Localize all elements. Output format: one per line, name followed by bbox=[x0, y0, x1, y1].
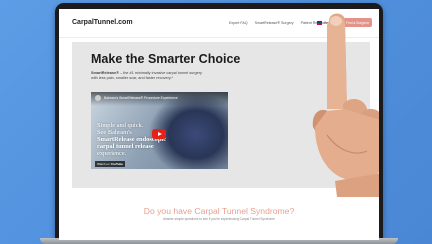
watch-on-youtube[interactable]: Watch on YouTube bbox=[95, 161, 125, 167]
channel-avatar[interactable] bbox=[95, 95, 101, 101]
video-player[interactable]: Bahram's SmartRelease® Procedure Experie… bbox=[91, 92, 228, 169]
section-title: Do you have Carpal Tunnel Syndrome? bbox=[143, 206, 295, 216]
youtube-logo-icon: YouTube bbox=[110, 162, 123, 166]
overlay-line3: experience. bbox=[97, 149, 127, 157]
site-logo[interactable]: CarpalTunnel.com bbox=[72, 19, 133, 26]
nav-link-expert-faq[interactable]: Expert FAQ bbox=[229, 21, 248, 25]
overlay-line2: See Bahram's bbox=[97, 128, 132, 136]
brand-name: SmartRelease® bbox=[91, 71, 119, 75]
hero-title: Make the Smarter Choice bbox=[91, 52, 241, 66]
video-header: Bahram's SmartRelease® Procedure Experie… bbox=[91, 92, 228, 106]
play-icon bbox=[157, 132, 162, 136]
browser-screen: CarpalTunnel.com Expert FAQ SmartRelease… bbox=[59, 9, 379, 240]
hero-description: SmartRelease® – the #1 minimally invasiv… bbox=[91, 71, 209, 81]
video-title[interactable]: Bahram's SmartRelease® Procedure Experie… bbox=[104, 96, 178, 100]
play-button[interactable] bbox=[152, 129, 166, 139]
nav-link-smartrelease-surgery[interactable]: SmartRelease® Surgery bbox=[255, 21, 294, 25]
section-subtitle: Answer simple questions to see if you're… bbox=[163, 217, 275, 221]
raised-finger-hand-image bbox=[312, 13, 379, 197]
watch-on-label: Watch on bbox=[97, 162, 110, 166]
